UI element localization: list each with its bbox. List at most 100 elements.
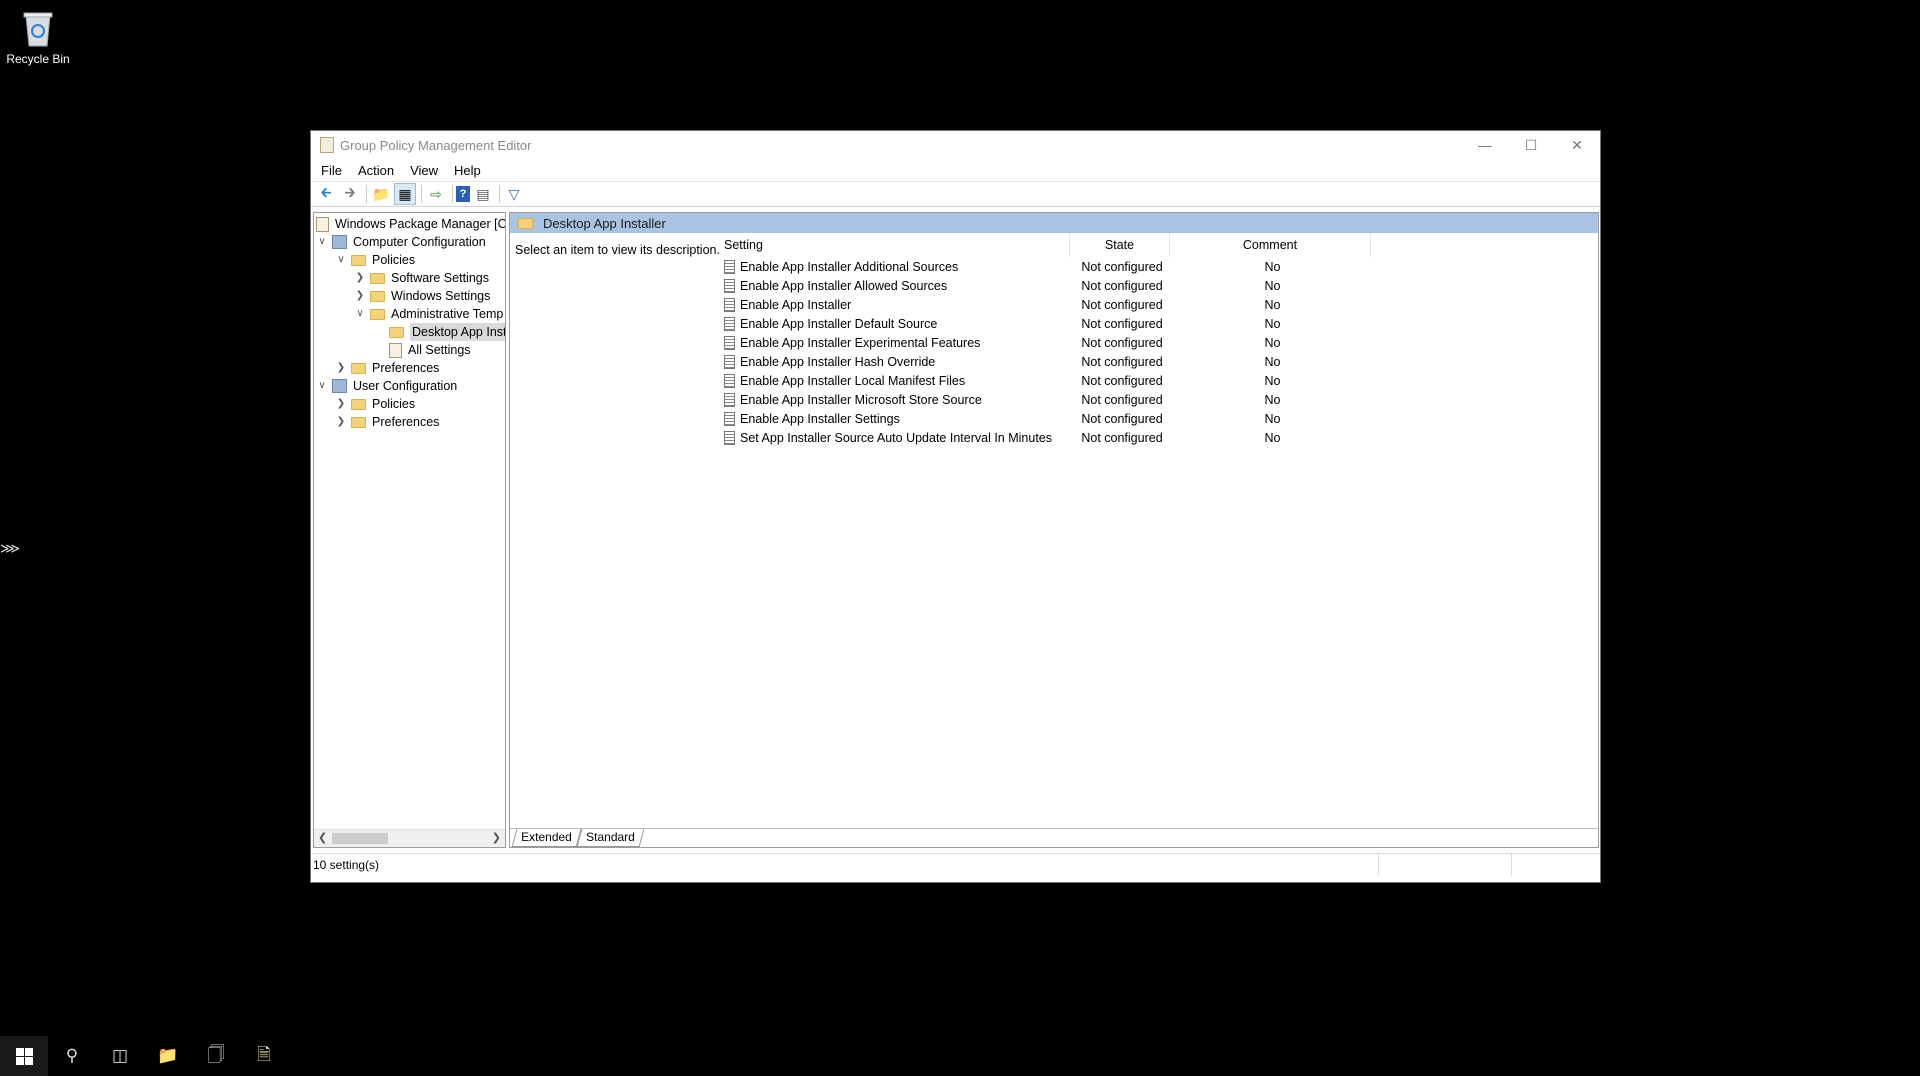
all-settings-icon	[389, 342, 402, 358]
table-row[interactable]: Enable App Installer Hash Override Not co…	[722, 352, 1598, 371]
tree-windows-settings[interactable]: ❯ Windows Settings	[354, 287, 491, 305]
setting-name: Enable App Installer Additional Sources	[740, 259, 959, 274]
tab-extended[interactable]: Extended	[511, 829, 582, 847]
setting-name: Enable App Installer Settings	[740, 411, 900, 426]
policy-setting-icon	[724, 354, 735, 369]
help-icon[interactable]: ?	[456, 186, 470, 202]
up-folder-icon[interactable]: 📁	[370, 183, 392, 205]
windows-logo-icon	[15, 1047, 33, 1065]
filter-icon[interactable]: ▽	[503, 183, 525, 205]
table-row[interactable]: Enable App Installer Microsoft Store Sou…	[722, 390, 1598, 409]
setting-comment: No	[1264, 259, 1281, 274]
maximize-button[interactable]: ☐	[1508, 131, 1554, 159]
tree-cc-preferences[interactable]: ❯ Preferences	[335, 359, 440, 377]
table-row[interactable]: Enable App Installer Local Manifest File…	[722, 371, 1598, 390]
collapse-chevron-icon[interactable]: ∨	[335, 251, 347, 269]
setting-name: Enable App Installer Microsoft Store Sou…	[740, 392, 982, 407]
file-explorer-icon[interactable]: 📁	[144, 1036, 192, 1076]
collapse-chevron-icon[interactable]: ∨	[316, 377, 328, 395]
tree-root[interactable]: Windows Package Manager [CN	[316, 215, 505, 233]
menu-help[interactable]: Help	[448, 163, 487, 178]
folder-icon	[518, 217, 533, 229]
table-row[interactable]: Enable App Installer Allowed Sources Not …	[722, 276, 1598, 295]
collapse-chevron-icon[interactable]: ∨	[354, 305, 366, 323]
title-bar[interactable]: Group Policy Management Editor — ☐ ✕	[311, 131, 1600, 159]
table-row[interactable]: Enable App Installer Experimental Featur…	[722, 333, 1598, 352]
column-setting[interactable]: Setting	[722, 233, 1070, 257]
setting-name: Enable App Installer Experimental Featur…	[740, 335, 981, 350]
collapse-chevron-icon[interactable]: ∨	[316, 233, 328, 251]
menu-view[interactable]: View	[404, 163, 444, 178]
setting-comment: No	[1264, 392, 1281, 407]
menu-bar: File Action View Help	[311, 159, 1600, 181]
expand-chevron-icon[interactable]: ❯	[335, 359, 347, 377]
policy-setting-icon	[724, 278, 735, 293]
setting-state: Not configured	[1081, 411, 1163, 426]
server-manager-icon[interactable]: 🗍	[192, 1036, 240, 1076]
show-hide-tree-icon[interactable]: ▦	[394, 183, 416, 205]
user-icon	[332, 379, 347, 393]
setting-comment: No	[1264, 316, 1281, 331]
column-state[interactable]: State	[1070, 233, 1170, 257]
tree-computer-configuration[interactable]: ∨ Computer Configuration	[316, 233, 486, 251]
policy-setting-icon	[724, 430, 735, 445]
setting-comment: No	[1264, 297, 1281, 312]
column-comment[interactable]: Comment	[1170, 233, 1371, 257]
search-icon[interactable]: ⚲	[48, 1036, 96, 1076]
computer-icon	[332, 235, 347, 249]
forward-arrow-icon[interactable]: 🡲	[339, 183, 361, 205]
policy-setting-icon	[724, 392, 735, 407]
column-headers: Setting State Comment	[722, 233, 1598, 257]
tree-administrative-templates[interactable]: ∨ Administrative Temp	[354, 305, 503, 323]
tree-software-settings[interactable]: ❯ Software Settings	[354, 269, 489, 287]
setting-comment: No	[1264, 354, 1281, 369]
minimize-button[interactable]: —	[1462, 131, 1508, 159]
scroll-left-icon[interactable]: ❮	[318, 831, 327, 844]
expand-chevron-icon[interactable]: ❯	[354, 269, 366, 287]
properties-icon[interactable]: ▤	[472, 183, 494, 205]
setting-comment: No	[1264, 278, 1281, 293]
table-row[interactable]: Enable App Installer Not configured No	[722, 295, 1598, 314]
tree-uc-policies[interactable]: ❯ Policies	[335, 395, 415, 413]
setting-name: Enable App Installer	[740, 297, 852, 312]
menu-action[interactable]: Action	[352, 163, 400, 178]
tree-horizontal-scrollbar[interactable]: ❮ ❯	[314, 829, 505, 847]
description-text: Select an item to view its description.	[515, 243, 720, 257]
folder-icon	[351, 398, 366, 410]
content-header: Desktop App Installer	[510, 213, 1598, 233]
close-button[interactable]: ✕	[1554, 131, 1600, 159]
policy-setting-icon	[724, 259, 735, 274]
start-button[interactable]	[0, 1036, 48, 1076]
expand-chevron-icon[interactable]: ❯	[335, 413, 347, 431]
recycle-bin-label: Recycle Bin	[6, 52, 70, 66]
table-row[interactable]: Enable App Installer Default Source Not c…	[722, 314, 1598, 333]
setting-name: Set App Installer Source Auto Update Int…	[740, 430, 1052, 445]
setting-state: Not configured	[1081, 316, 1163, 331]
expand-chevron-icon[interactable]: ❯	[335, 395, 347, 413]
task-view-icon[interactable]: ◫	[96, 1036, 144, 1076]
toolbar: 🡰 🡲 📁 ▦ ⇨ ? ▤ ▽	[311, 181, 1600, 207]
expand-chevron-icon[interactable]: ❯	[354, 287, 366, 305]
back-arrow-icon[interactable]: 🡰	[315, 183, 337, 205]
recycle-bin-desktop-icon[interactable]: Recycle Bin	[2, 8, 74, 66]
scroll-right-icon[interactable]: ❯	[492, 831, 501, 844]
menu-file[interactable]: File	[315, 163, 348, 178]
policy-setting-icon	[724, 297, 735, 312]
table-row[interactable]: Enable App Installer Additional Sources N…	[722, 257, 1598, 276]
table-row[interactable]: Enable App Installer Settings Not configu…	[722, 409, 1598, 428]
tree-cc-policies[interactable]: ∨ Policies	[335, 251, 415, 269]
tree-desktop-app-installer[interactable]: Desktop App Inst	[373, 323, 505, 341]
setting-state: Not configured	[1081, 373, 1163, 388]
export-list-icon[interactable]: ⇨	[425, 183, 447, 205]
tree-uc-preferences[interactable]: ❯ Preferences	[335, 413, 440, 431]
tree-all-settings[interactable]: All Settings	[373, 341, 471, 359]
tab-standard[interactable]: Standard	[576, 829, 644, 847]
setting-state: Not configured	[1081, 430, 1163, 445]
expand-arrows-icon[interactable]: ⋙	[0, 540, 20, 556]
table-row[interactable]: Set App Installer Source Auto Update Int…	[722, 428, 1598, 447]
setting-state: Not configured	[1081, 297, 1163, 312]
gpme-window: Group Policy Management Editor — ☐ ✕ Fil…	[311, 131, 1600, 882]
tree-user-configuration[interactable]: ∨ User Configuration	[316, 377, 457, 395]
scroll-thumb[interactable]	[332, 833, 388, 844]
notepad-icon[interactable]: 🗎	[240, 1036, 288, 1076]
